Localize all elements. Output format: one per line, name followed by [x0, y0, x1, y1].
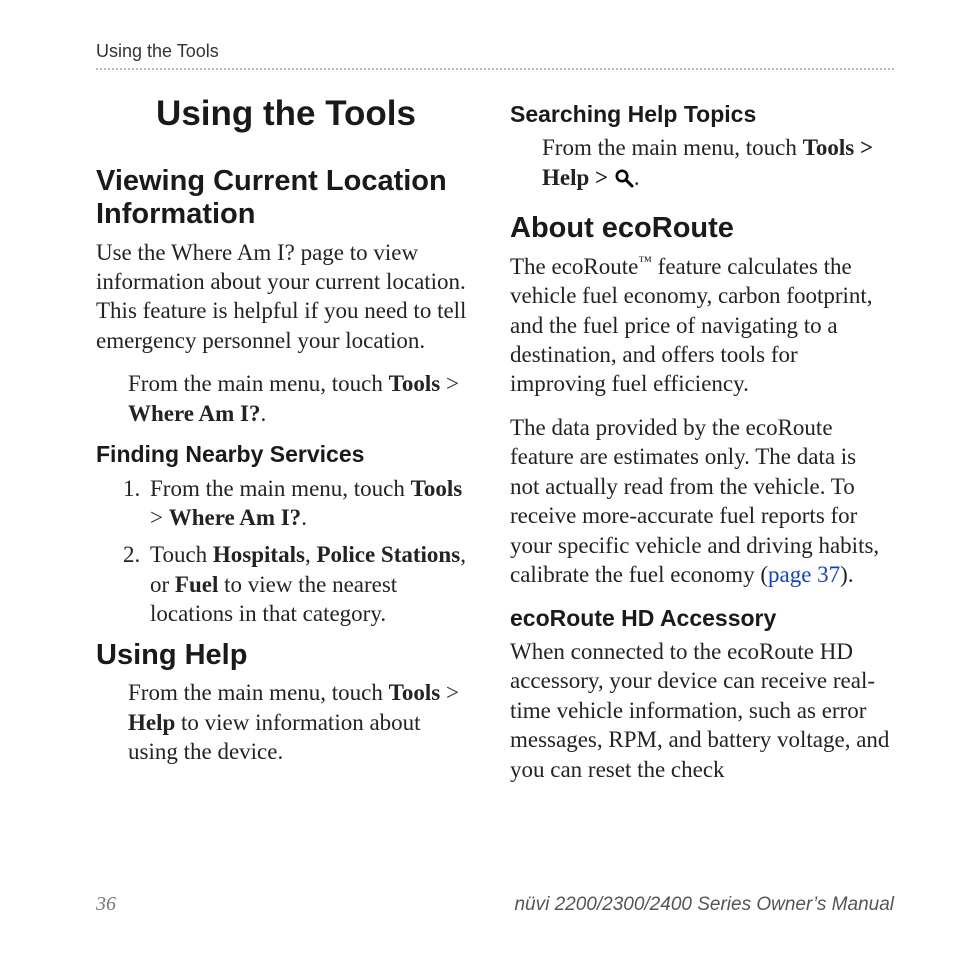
- list-item: Touch Hospitals, Police Stations, or Fue…: [146, 540, 476, 628]
- text: Touch: [150, 542, 213, 567]
- bold-fuel: Fuel: [175, 572, 218, 597]
- body-ecoroute-hd: When connected to the ecoRoute HD access…: [510, 637, 890, 784]
- trademark: ™: [638, 253, 652, 268]
- bold-where-am-i: Where Am I?: [128, 401, 260, 426]
- text: From the main menu, touch: [150, 476, 411, 501]
- manual-title: nüvi 2200/2300/2400 Series Owner’s Manua…: [514, 893, 894, 917]
- body-ecoroute-1: The ecoRoute™ feature calculates the veh…: [510, 252, 890, 399]
- text: .: [634, 165, 640, 190]
- heading-using-help: Using Help: [96, 639, 476, 672]
- bold-tools: Tools: [389, 680, 441, 705]
- step-viewing-location: From the main menu, touch Tools > Where …: [128, 369, 476, 428]
- bold-tools: Tools: [803, 135, 855, 160]
- step-search-help: From the main menu, touch Tools > Help >…: [542, 133, 890, 192]
- step-using-help: From the main menu, touch Tools > Help t…: [128, 678, 476, 766]
- bold-tools: Tools: [411, 476, 463, 501]
- page-number: 36: [96, 892, 116, 918]
- heading-ecoroute: About ecoRoute: [510, 212, 890, 245]
- content-columns: Using the Tools Viewing Current Location…: [96, 88, 894, 784]
- body-viewing-location: Use the Where Am I? page to view informa…: [96, 238, 476, 356]
- text: >: [854, 135, 873, 160]
- bold-help: Help: [542, 165, 589, 190]
- bold-police: Police Stations: [316, 542, 460, 567]
- magnifier-icon: [614, 168, 634, 188]
- list-item: From the main menu, touch Tools > Where …: [146, 474, 476, 533]
- running-header: Using the Tools: [96, 40, 894, 63]
- heading-nearby-services: Finding Nearby Services: [96, 440, 476, 469]
- text: From the main menu, touch: [128, 371, 389, 396]
- right-column: Searching Help Topics From the main menu…: [510, 88, 890, 784]
- bold-help: Help: [128, 710, 175, 735]
- header-rule: [96, 68, 894, 70]
- text: >: [440, 680, 459, 705]
- text: >: [440, 371, 459, 396]
- text: >: [589, 165, 614, 190]
- text: From the main menu, touch: [542, 135, 803, 160]
- page-title: Using the Tools: [96, 92, 476, 137]
- bold-hospitals: Hospitals: [213, 542, 305, 567]
- text: ).: [840, 562, 853, 587]
- bold-tools: Tools: [389, 371, 441, 396]
- heading-viewing-location: Viewing Current Location Information: [96, 165, 476, 232]
- bold-where-am-i: Where Am I?: [169, 505, 301, 530]
- page-footer: 36 nüvi 2200/2300/2400 Series Owner’s Ma…: [96, 892, 894, 918]
- text: .: [301, 505, 307, 530]
- text: ,: [305, 542, 317, 567]
- text: >: [150, 505, 169, 530]
- left-column: Using the Tools Viewing Current Location…: [96, 88, 476, 784]
- link-page-37[interactable]: page 37: [768, 562, 840, 587]
- list-nearby-services: From the main menu, touch Tools > Where …: [96, 474, 476, 629]
- heading-ecoroute-hd: ecoRoute HD Accessory: [510, 604, 890, 633]
- text: From the main menu, touch: [128, 680, 389, 705]
- text: .: [260, 401, 266, 426]
- body-ecoroute-2: The data provided by the ecoRoute featur…: [510, 413, 890, 590]
- text: The ecoRoute: [510, 254, 638, 279]
- heading-search-help: Searching Help Topics: [510, 100, 890, 129]
